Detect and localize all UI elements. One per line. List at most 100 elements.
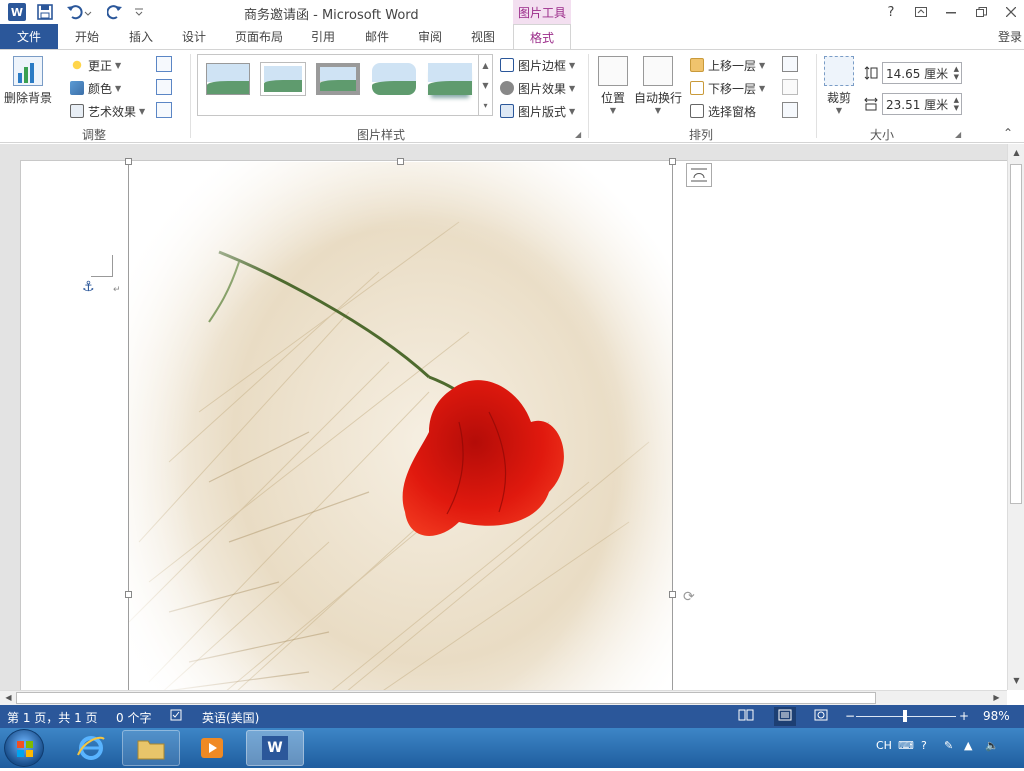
- tab-review[interactable]: 审阅: [407, 24, 453, 49]
- web-layout-icon[interactable]: [814, 709, 828, 724]
- print-layout-icon[interactable]: [774, 707, 796, 726]
- zoom-out-button[interactable]: −: [845, 709, 855, 723]
- undo-icon[interactable]: [66, 3, 92, 21]
- picture-style-option[interactable]: [261, 63, 305, 95]
- volume-icon[interactable]: 🔈: [985, 739, 999, 752]
- zoom-slider-thumb[interactable]: [903, 710, 907, 722]
- send-backward-button[interactable]: 下移一层 ▼: [690, 78, 765, 98]
- scroll-up-icon[interactable]: ▲: [1010, 146, 1023, 159]
- document-area[interactable]: ⚓ ↵ ⟳: [0, 144, 1007, 690]
- file-explorer-icon[interactable]: [122, 730, 180, 766]
- bring-forward-button[interactable]: 上移一层 ▼: [690, 55, 765, 75]
- read-mode-icon[interactable]: [738, 709, 754, 724]
- help-tray-icon[interactable]: ?: [921, 739, 927, 752]
- resize-handle[interactable]: [669, 158, 676, 165]
- layout-options-icon[interactable]: [686, 163, 712, 187]
- tab-file[interactable]: 文件: [0, 24, 58, 49]
- change-picture-icon[interactable]: [156, 79, 172, 95]
- page-count[interactable]: 第 1 页，共 1 页: [7, 709, 98, 726]
- anchor-icon[interactable]: ⚓: [82, 279, 95, 295]
- page[interactable]: ⚓ ↵ ⟳: [20, 158, 1007, 690]
- group-separator: [816, 54, 817, 138]
- input-method-indicator[interactable]: CH: [876, 739, 892, 752]
- color-button[interactable]: 颜色 ▼: [70, 78, 121, 98]
- picture-layout-button[interactable]: 图片版式 ▼: [500, 101, 575, 121]
- tab-home[interactable]: 开始: [62, 24, 112, 49]
- group-objects-icon[interactable]: [782, 79, 798, 95]
- tab-design[interactable]: 设计: [171, 24, 217, 49]
- rotate-handle-icon[interactable]: ⟳: [683, 589, 695, 605]
- resize-handle[interactable]: [669, 591, 676, 598]
- scroll-right-icon[interactable]: ▶: [990, 691, 1003, 704]
- resize-handle[interactable]: [125, 158, 132, 165]
- resize-handle[interactable]: [397, 158, 404, 165]
- tab-insert[interactable]: 插入: [118, 24, 164, 49]
- picture-style-option[interactable]: [206, 63, 250, 95]
- word-count[interactable]: 0 个字: [116, 709, 151, 726]
- tab-references[interactable]: 引用: [300, 24, 346, 49]
- picture-style-gallery[interactable]: ▲ ▼ ▾: [197, 54, 493, 116]
- start-button[interactable]: [4, 729, 44, 767]
- tab-view[interactable]: 视图: [460, 24, 506, 49]
- spinner-icon[interactable]: ▲ ▼: [954, 96, 959, 112]
- help-button[interactable]: ?: [880, 2, 902, 22]
- reset-picture-icon[interactable]: [156, 102, 172, 118]
- horizontal-scroll-thumb[interactable]: [16, 692, 876, 704]
- dialog-launcher-icon[interactable]: ◢: [575, 130, 581, 139]
- scroll-down-icon[interactable]: ▼: [1010, 674, 1023, 687]
- corrections-button[interactable]: 更正 ▼: [70, 55, 121, 75]
- proofing-icon[interactable]: [170, 709, 184, 724]
- picture-frame: [128, 161, 673, 690]
- spinner-icon[interactable]: ▲ ▼: [954, 65, 959, 81]
- minimize-icon[interactable]: [940, 2, 962, 22]
- internet-explorer-icon[interactable]: [62, 730, 120, 766]
- picture-border-button[interactable]: 图片边框 ▼: [500, 55, 575, 75]
- selection-pane-button[interactable]: 选择窗格: [690, 101, 756, 121]
- crop-button[interactable]: 裁剪 ▼: [824, 56, 854, 115]
- picture-styles-group-label: 图片样式: [357, 128, 406, 142]
- keyboard-icon[interactable]: ⌨: [898, 739, 914, 752]
- word-taskbar-button[interactable]: W: [246, 730, 304, 766]
- rotate-icon[interactable]: [782, 102, 798, 118]
- shape-height-value: 14.65 厘米: [886, 66, 949, 81]
- pen-icon[interactable]: ✎: [944, 739, 953, 752]
- vertical-scrollbar[interactable]: ▲ ▼: [1007, 144, 1024, 690]
- dialog-launcher-icon[interactable]: ◢: [955, 130, 961, 139]
- show-hidden-icons-icon[interactable]: ▲: [964, 739, 972, 752]
- media-player-icon[interactable]: [183, 730, 241, 766]
- zoom-in-button[interactable]: +: [959, 709, 969, 723]
- customize-toolbar-icon[interactable]: [132, 3, 146, 21]
- ribbon-display-options-icon[interactable]: [910, 2, 932, 22]
- redo-icon[interactable]: [106, 3, 124, 21]
- sign-in-link[interactable]: 登录: [998, 28, 1022, 45]
- compress-pictures-icon[interactable]: [156, 56, 172, 72]
- tab-mailings[interactable]: 邮件: [354, 24, 400, 49]
- close-icon[interactable]: [1000, 2, 1022, 22]
- gallery-more-icon[interactable]: ▾: [478, 95, 492, 115]
- vertical-scroll-thumb[interactable]: [1010, 164, 1022, 504]
- position-button[interactable]: 位置 ▼: [598, 56, 628, 115]
- word-app-icon[interactable]: W: [8, 3, 26, 21]
- shape-height-field[interactable]: 14.65 厘米 ▲ ▼: [882, 62, 962, 84]
- horizontal-scrollbar[interactable]: ◀ ▶: [0, 690, 1007, 705]
- picture-style-option[interactable]: [316, 63, 360, 95]
- tab-format[interactable]: 格式: [513, 24, 571, 50]
- resize-handle[interactable]: [125, 591, 132, 598]
- picture-style-option[interactable]: [428, 63, 472, 95]
- picture-style-option[interactable]: [372, 63, 416, 95]
- gallery-scroll-down-icon[interactable]: ▼: [478, 75, 492, 95]
- restore-icon[interactable]: [970, 2, 992, 22]
- collapse-ribbon-icon[interactable]: ⌃: [1003, 126, 1013, 140]
- artistic-effects-button[interactable]: 艺术效果 ▼: [70, 101, 145, 121]
- shape-width-field[interactable]: 23.51 厘米 ▲ ▼: [882, 93, 962, 115]
- gallery-scroll-up-icon[interactable]: ▲: [478, 55, 492, 75]
- align-icon[interactable]: [782, 56, 798, 72]
- zoom-level[interactable]: 98%: [983, 709, 1010, 723]
- language-indicator[interactable]: 英语(美国): [202, 709, 259, 726]
- tab-page-layout[interactable]: 页面布局: [228, 24, 290, 49]
- remove-background-button[interactable]: 删除背景: [4, 56, 52, 106]
- scroll-left-icon[interactable]: ◀: [2, 691, 15, 704]
- picture-effects-button[interactable]: 图片效果 ▼: [500, 78, 575, 98]
- save-icon[interactable]: [36, 3, 54, 21]
- wrap-text-button[interactable]: 自动换行 ▼: [634, 56, 682, 115]
